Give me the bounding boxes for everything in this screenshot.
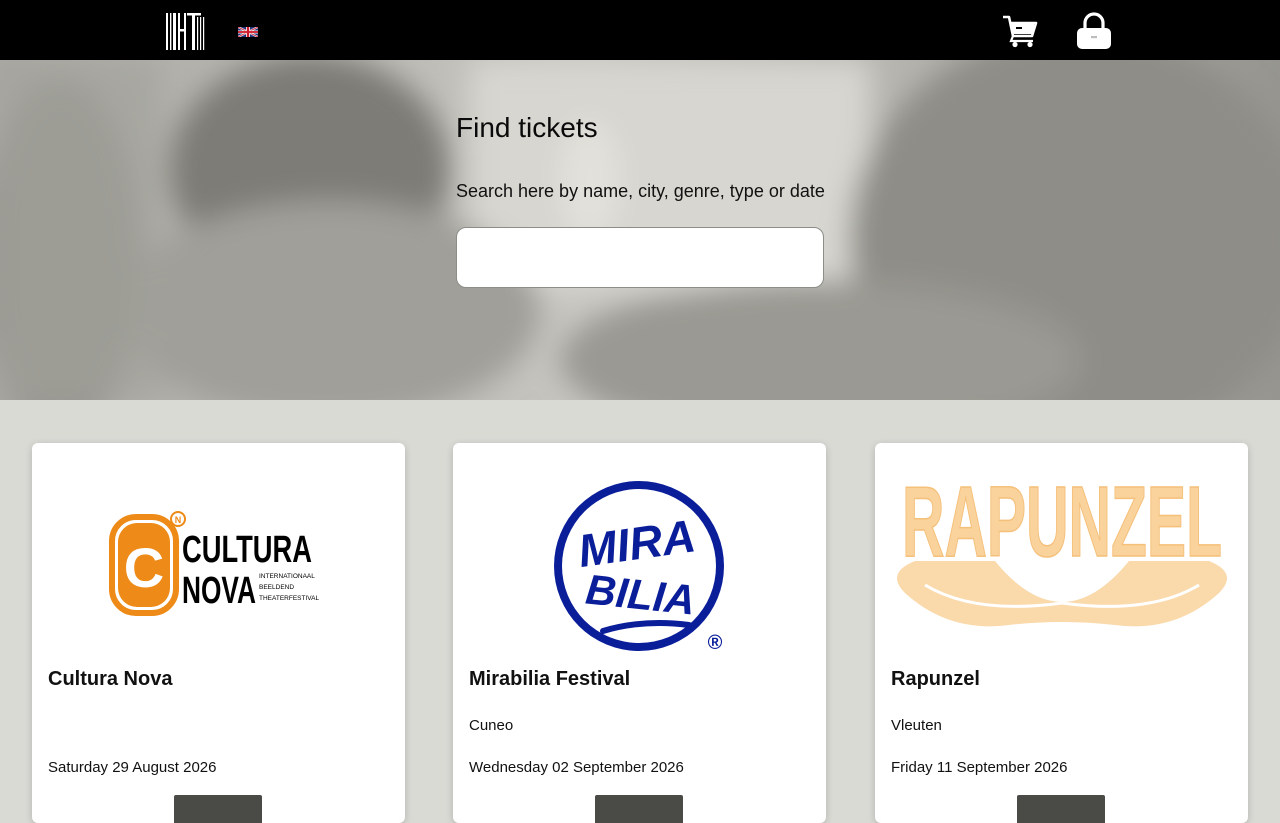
cultura-nova-logo-icon: C N CULTURA NOVA INTERNATIONAAL BEELDEND… xyxy=(109,511,319,616)
svg-text:CULTURA: CULTURA xyxy=(182,529,312,571)
iht-logo-icon[interactable] xyxy=(166,13,206,50)
svg-text:N: N xyxy=(175,515,182,525)
hero-search-section: Find tickets Search here by name, city, … xyxy=(0,60,1280,400)
rapunzel-logo-icon: RAPUNZEL xyxy=(897,465,1227,627)
shopping-cart-icon[interactable] xyxy=(1002,14,1038,48)
ticket-search-input[interactable] xyxy=(456,227,824,288)
event-tickets-button[interactable] xyxy=(174,795,262,823)
event-city: Cuneo xyxy=(469,717,514,734)
event-date: Wednesday 02 September 2026 xyxy=(469,759,684,776)
event-title: Cultura Nova xyxy=(48,668,173,690)
event-card-rapunzel[interactable]: RAPUNZEL Rapunzel Vleuten Friday 11 Sept… xyxy=(875,443,1248,823)
mirabilia-logo-icon: MIRA BILIA ® xyxy=(554,481,724,654)
hero-subtitle: Search here by name, city, genre, type o… xyxy=(456,181,825,201)
event-card-mirabilia[interactable]: MIRA BILIA ® Mirabilia Festival Cuneo We… xyxy=(453,443,826,823)
event-image: MIRA BILIA ® xyxy=(453,443,826,658)
svg-text:INTERNATIONAAL: INTERNATIONAAL xyxy=(259,573,315,580)
event-date: Saturday 29 August 2026 xyxy=(48,759,217,776)
event-title: Rapunzel xyxy=(891,668,980,690)
event-image: C N CULTURA NOVA INTERNATIONAAL BEELDEND… xyxy=(32,443,405,658)
hero-title: Find tickets xyxy=(456,112,598,143)
event-tickets-button[interactable] xyxy=(1017,795,1105,823)
svg-text:NOVA: NOVA xyxy=(182,570,256,612)
svg-text:BEELDEND: BEELDEND xyxy=(259,584,294,591)
uk-flag-icon[interactable] xyxy=(238,27,258,37)
event-image: RAPUNZEL xyxy=(875,443,1248,658)
event-title: Mirabilia Festival xyxy=(469,668,631,690)
svg-text:THEATERFESTIVAL: THEATERFESTIVAL xyxy=(259,595,319,602)
lock-icon[interactable] xyxy=(1076,12,1112,50)
event-city: Vleuten xyxy=(891,717,942,734)
event-card-cultura-nova[interactable]: C N CULTURA NOVA INTERNATIONAAL BEELDEND… xyxy=(32,443,405,823)
event-tickets-button[interactable] xyxy=(595,795,683,823)
top-navigation-bar xyxy=(0,0,1280,60)
event-date: Friday 11 September 2026 xyxy=(891,759,1068,776)
svg-text:®: ® xyxy=(708,632,723,654)
svg-text:C: C xyxy=(124,536,164,599)
